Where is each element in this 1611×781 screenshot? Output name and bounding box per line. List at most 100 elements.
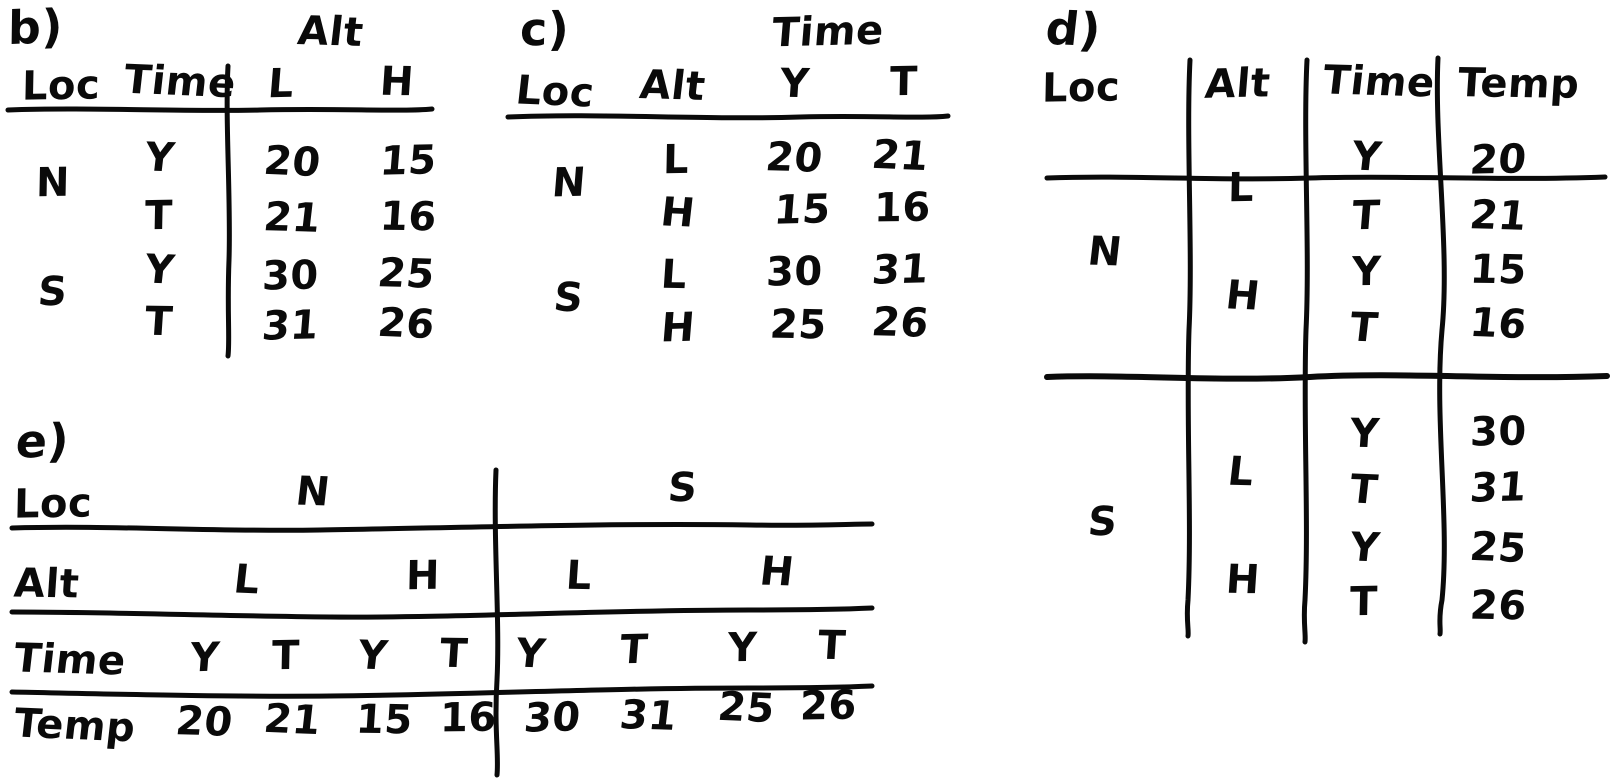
- panel-e-alt-3: H: [757, 548, 797, 596]
- panel-d-group-0-entry-3-temp: 16: [1467, 299, 1530, 349]
- panel-d-group-0-loc: N: [1085, 228, 1125, 276]
- panel-c-row-3-Y: 25: [768, 301, 829, 349]
- panel-e-label: e): [13, 413, 72, 469]
- panel-e-loc-S: S: [666, 464, 700, 512]
- panel-e-rowlabel-temp: Temp: [11, 700, 138, 752]
- panel-d-group-1-entry-2-time: Y: [1347, 524, 1383, 572]
- panel-b-row-1-L: 21: [261, 194, 324, 242]
- panel-e-rowlabel-loc: Loc: [13, 480, 93, 528]
- panel-e-rowlabel-alt: Alt: [12, 560, 81, 608]
- panel-c-row-0-alt: L: [662, 136, 690, 184]
- panel-e-rule-loc: [9, 521, 875, 533]
- panel-b-row-3-H: 26: [375, 299, 438, 349]
- panel-d-group-1-entry-1-temp: 31: [1468, 464, 1529, 512]
- panel-b-header-rule: [5, 106, 435, 113]
- panel-e-time-0: Y: [188, 634, 222, 682]
- panel-d-group-0-entry-2-alt: H: [1223, 272, 1263, 320]
- panel-d-group-0-entry-0-temp: 20: [1468, 136, 1529, 184]
- panel-b-row-1-time: T: [144, 192, 174, 240]
- panel-c-header-rule: [505, 113, 951, 121]
- panel-b-label: b): [7, 0, 64, 56]
- panel-e-temp-7: 26: [799, 682, 858, 730]
- panel-e-alt-2: L: [564, 552, 594, 600]
- panel-b-row-0-loc: N: [35, 159, 71, 207]
- panel-d-group-0-entry-3-time: T: [1347, 304, 1381, 352]
- panel-c-row-0-T: 21: [869, 131, 932, 181]
- panel-d-group-1-loc: S: [1086, 498, 1120, 546]
- panel-d-group-1-entry-0-time: Y: [1348, 410, 1381, 458]
- panel-e-temp-4: 30: [522, 694, 583, 742]
- table-rule-lines: [5, 55, 1610, 778]
- panel-c-row-3-alt: H: [659, 304, 697, 352]
- panel-b-row-0-L: 20: [261, 137, 324, 187]
- panel-d-col-rule-1: [1184, 57, 1193, 639]
- panel-e-time-4: Y: [513, 630, 549, 678]
- panel-e-time-1: T: [271, 632, 301, 680]
- panel-b-row-3-L: 31: [260, 302, 321, 350]
- panel-e-temp-5: 31: [617, 692, 680, 740]
- panel-c-row-0-Y: 20: [763, 134, 826, 182]
- panel-b-row-1-H: 16: [378, 193, 439, 241]
- panel-c-header-time-T: T: [889, 58, 919, 106]
- panel-b-row-2-loc: S: [36, 268, 70, 316]
- panel-e-temp-3: 16: [439, 694, 498, 742]
- panel-c-header-loc: Loc: [513, 67, 597, 117]
- panel-c-label: c): [519, 1, 570, 57]
- panel-d-group-0-entry-1-time: T: [1350, 192, 1382, 240]
- panel-d-group-0-entry-1-temp: 21: [1467, 192, 1530, 240]
- panel-c-row-1-alt: H: [658, 189, 698, 237]
- panel-e-time-2: Y: [355, 632, 391, 680]
- panel-d-group-1-entry-3-time: T: [1349, 578, 1379, 626]
- panel-c-row-2-loc: S: [551, 274, 586, 322]
- panel-c-row-2-alt: L: [659, 251, 689, 299]
- panel-d-middle-rule: [1044, 372, 1610, 382]
- panel-e-time-3: T: [438, 630, 470, 678]
- panel-d-header-temp: Temp: [1456, 60, 1581, 108]
- panel-b-row-2-H: 25: [375, 250, 438, 298]
- panel-b-row-3-time: T: [143, 298, 175, 346]
- panel-e-rowlabel-time: Time: [11, 635, 129, 685]
- panel-d-group-1-entry-0-temp: 30: [1469, 408, 1528, 456]
- panel-b-vertical-rule: [224, 63, 232, 359]
- panel-e-temp-0: 20: [173, 698, 236, 746]
- panel-c-header-alt: Alt: [637, 62, 708, 110]
- panel-b-header-time: Time: [121, 56, 239, 108]
- panel-b-row-2-L: 30: [261, 252, 320, 300]
- panel-c-spanner-time: Time: [770, 7, 886, 57]
- panel-c-row-3-T: 26: [869, 299, 932, 347]
- panel-d-col-rule-2: [1301, 57, 1310, 645]
- panel-e-time-7: T: [816, 622, 848, 670]
- panel-e-time-5: T: [618, 626, 650, 674]
- panel-c-header-time-Y: Y: [778, 60, 811, 108]
- panel-d-header-loc: Loc: [1041, 64, 1121, 112]
- panel-e-rule-alt: [9, 605, 875, 620]
- panel-b-row-0-H: 15: [378, 137, 439, 185]
- panel-b-header-loc: Loc: [21, 62, 101, 110]
- panel-d-group-1-entry-2-temp: 25: [1467, 523, 1530, 573]
- panel-d-group-0-entry-2-temp: 15: [1468, 246, 1529, 294]
- panel-b-row-2-time: Y: [142, 246, 178, 294]
- panel-d-group-0-entry-0-time: Y: [1349, 133, 1385, 181]
- panel-d-group-1-entry-0-alt: L: [1225, 448, 1257, 496]
- panel-c-row-2-T: 31: [870, 246, 931, 294]
- panel-d-group-0-entry-0-alt: L: [1227, 164, 1255, 212]
- panel-d-header-alt: Alt: [1203, 60, 1273, 108]
- whiteboard-canvas: b) Alt Loc Time L H N Y 20 15 T 21 16 S …: [0, 0, 1611, 781]
- panel-e-temp-6: 25: [715, 683, 778, 733]
- panel-b-row-0-time: Y: [142, 134, 178, 182]
- panel-e-time-6: Y: [727, 624, 758, 672]
- panel-d-header-time: Time: [1320, 57, 1438, 107]
- panel-b-spanner-alt: Alt: [295, 8, 366, 56]
- panel-d-label: d): [1043, 0, 1104, 58]
- panel-e-loc-N: N: [293, 468, 333, 516]
- panel-c-row-1-Y: 15: [772, 186, 833, 234]
- panel-e-temp-2: 15: [354, 696, 415, 744]
- panel-c-row-2-Y: 30: [765, 248, 824, 296]
- panel-d-group-0-entry-2-time: Y: [1351, 248, 1382, 296]
- panel-d-group-1-entry-2-alt: H: [1224, 556, 1262, 604]
- panel-b-header-alt-H: H: [378, 58, 416, 106]
- panel-e-temp-1: 21: [261, 695, 324, 745]
- panel-b-header-alt-L: L: [266, 60, 296, 108]
- panel-c-row-0-loc: N: [550, 159, 588, 207]
- panel-c-row-1-T: 16: [873, 184, 932, 232]
